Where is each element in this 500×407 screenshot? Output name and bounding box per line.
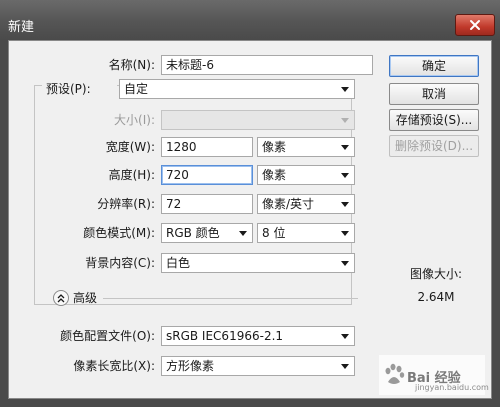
preset-label: 预设(P): — [42, 78, 117, 100]
ok-button[interactable]: 确定 — [389, 55, 479, 77]
save-preset-button[interactable]: 存储预设(S)... — [389, 109, 479, 131]
advanced-label: 高级 — [73, 291, 98, 305]
advanced-toggle-button[interactable] — [53, 290, 69, 306]
advanced-divider — [103, 298, 358, 299]
preset-select[interactable]: 自定 — [119, 79, 355, 99]
background-value: 白色 — [166, 256, 191, 270]
height-label: 高度(H): — [108, 168, 155, 182]
width-label: 宽度(W): — [105, 140, 155, 154]
width-unit-value: 像素 — [262, 140, 287, 154]
color-profile-label: 颜色配置文件(O): — [60, 329, 155, 343]
chevron-down-icon — [341, 118, 349, 123]
height-input[interactable]: 720 — [161, 165, 253, 185]
close-icon — [470, 20, 480, 30]
dialog-title: 新建 — [8, 20, 35, 35]
chevron-down-icon — [341, 334, 349, 339]
width-input[interactable]: 1280 — [161, 137, 253, 157]
preset-value: 自定 — [124, 82, 149, 96]
chevron-down-icon — [341, 261, 349, 266]
chevron-down-icon — [341, 364, 349, 369]
chevron-down-icon — [341, 231, 349, 236]
height-unit-select[interactable]: 像素 — [257, 165, 355, 185]
chevron-down-icon — [239, 231, 247, 236]
name-label: 名称(N): — [108, 58, 155, 72]
image-size-value: 2.64M — [417, 290, 455, 304]
size-label: 大小(I): — [114, 113, 155, 127]
bit-depth-value: 8 位 — [262, 226, 286, 240]
baidu-watermark: Bai 经验 jingyan.baidu.com — [379, 355, 489, 395]
color-mode-label: 颜色模式(M): — [83, 226, 155, 240]
background-label: 背景内容(C): — [85, 256, 155, 270]
pixel-aspect-label: 像素长宽比(X): — [73, 359, 155, 373]
cancel-button[interactable]: 取消 — [389, 83, 479, 105]
color-profile-select[interactable]: sRGB IEC61966-2.1 — [161, 326, 355, 346]
bit-depth-select[interactable]: 8 位 — [257, 223, 355, 243]
width-unit-select[interactable]: 像素 — [257, 137, 355, 157]
color-mode-value: RGB 颜色 — [166, 226, 220, 240]
delete-preset-button: 删除预设(D)... — [389, 135, 479, 157]
size-select — [161, 110, 355, 130]
pixel-aspect-value: 方形像素 — [166, 359, 215, 373]
double-chevron-up-icon — [57, 294, 65, 303]
image-size-label: 图像大小: — [409, 267, 463, 281]
title-bar[interactable]: 新建 — [0, 0, 500, 40]
resolution-label: 分辨率(R): — [97, 197, 155, 211]
close-button[interactable] — [455, 14, 495, 36]
watermark-url: jingyan.baidu.com — [415, 383, 489, 392]
resolution-unit-select[interactable]: 像素/英寸 — [257, 194, 355, 214]
pixel-aspect-select[interactable]: 方形像素 — [161, 356, 355, 376]
new-document-dialog: 新建 名称(N): 未标题-6 预设(P): 自定 大小(I): 宽度(W): … — [0, 0, 500, 407]
dialog-body: 名称(N): 未标题-6 预设(P): 自定 大小(I): 宽度(W): 128… — [8, 40, 492, 399]
color-profile-value: sRGB IEC61966-2.1 — [166, 329, 284, 343]
name-input[interactable]: 未标题-6 — [161, 55, 373, 75]
resolution-unit-value: 像素/英寸 — [262, 197, 315, 211]
chevron-down-icon — [341, 87, 349, 92]
chevron-down-icon — [341, 145, 349, 150]
color-mode-select[interactable]: RGB 颜色 — [161, 223, 253, 243]
height-unit-value: 像素 — [262, 168, 287, 182]
resolution-input[interactable]: 72 — [161, 194, 253, 214]
chevron-down-icon — [341, 202, 349, 207]
background-select[interactable]: 白色 — [161, 253, 355, 273]
chevron-down-icon — [341, 173, 349, 178]
paw-logo-icon — [385, 363, 405, 384]
